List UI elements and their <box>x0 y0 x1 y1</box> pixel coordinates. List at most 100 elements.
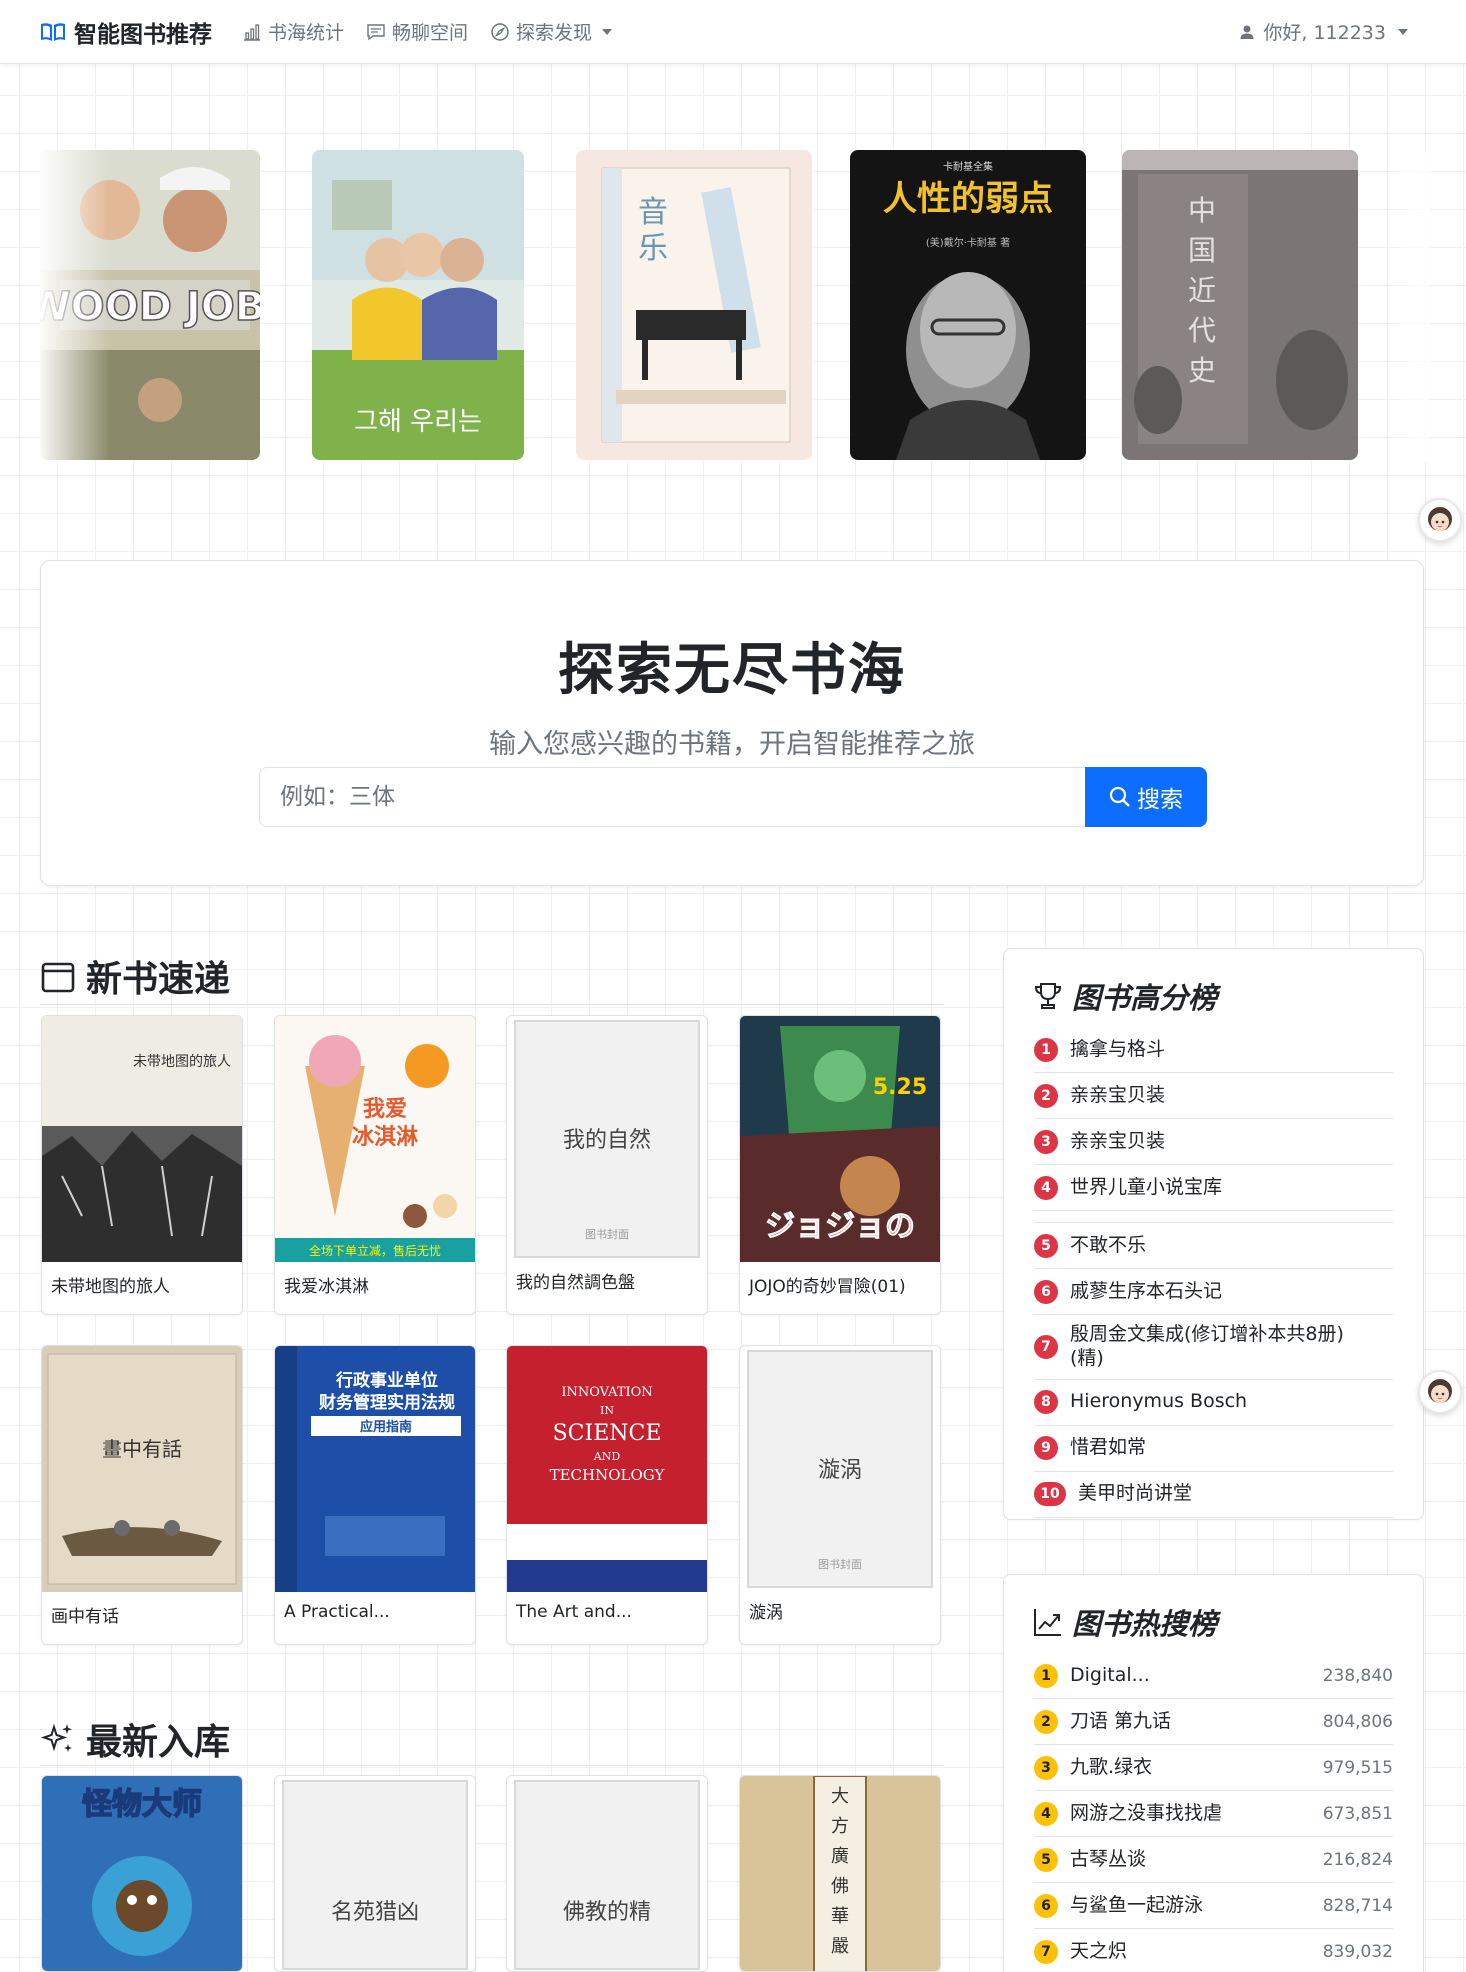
hot-item[interactable]: 1 Digital... 238,840 <box>1034 1653 1393 1699</box>
placeholder-title: 我的自然 <box>562 1128 651 1153</box>
top-navbar: 智能图书推荐 书海统计 畅聊空间 探索发现 你好, 112233 <box>0 0 1466 64</box>
hot-item[interactable]: 3 九歌.绿衣 979,515 <box>1034 1745 1393 1791</box>
bar-chart-icon <box>244 23 260 41</box>
book-card[interactable]: 名苑猎凶 <box>274 1775 476 1972</box>
rank-badge: 4 <box>1034 1175 1058 1200</box>
cover-image: 行政事业单位 财务管理实用法规 应用指南 <box>275 1346 475 1592</box>
nav-chat-label: 畅聊空间 <box>392 22 469 44</box>
nav-stats[interactable]: 书海统计 <box>242 18 344 45</box>
book-card[interactable]: 5.25 ジョジョの JOJO的奇妙冒險(01) <box>739 1015 941 1315</box>
book-card[interactable]: INNOVATION IN SCIENCE AND TECHNOLOGY The… <box>506 1345 708 1645</box>
rank-item[interactable]: 5 不敢不乐 <box>1034 1223 1393 1269</box>
book-card[interactable]: 怪物大师 <box>41 1775 243 1972</box>
carousel-slide-china-history[interactable]: 中 国 近 代 史 <box>1122 150 1358 460</box>
assistant-avatar-button[interactable] <box>1418 498 1462 542</box>
brand-link[interactable]: 智能图书推荐 <box>40 15 212 49</box>
svg-text:ジョジョの: ジョジョの <box>765 1209 915 1244</box>
nav-explore-label: 探索发现 <box>516 22 593 44</box>
book-title: 我爱冰淇淋 <box>284 1277 369 1297</box>
cover-title: 未带地图的旅人 <box>133 1054 231 1070</box>
book-cover-placeholder: 我的自然 图书封面 <box>514 1020 700 1258</box>
trophy-icon <box>1034 983 1062 1009</box>
carousel-slide-korean-drama[interactable]: 그해 우리는 <box>312 150 524 460</box>
search-button-label: 搜索 <box>1137 787 1183 813</box>
search-group: 搜索 <box>259 767 1207 827</box>
book-card[interactable]: 我的自然 图书封面 我的自然調色盤 <box>506 1015 708 1315</box>
hero-subtitle: 输入您感兴趣的书籍，开启智能推荐之旅 <box>489 729 975 760</box>
rank-badge: 9 <box>1034 1436 1058 1460</box>
cover-image: 大 方 廣 佛 華 嚴 <box>740 1776 940 1971</box>
hot-item[interactable]: 4 网游之没事找找虐 673,851 <box>1034 1791 1393 1837</box>
hot-book-name: 九歌.绿衣 <box>1070 1755 1153 1778</box>
search-count: 804,806 <box>1322 1711 1393 1732</box>
korean-drama-cover-image: 그해 우리는 <box>312 150 524 460</box>
rank-item[interactable]: 6 戚蓼生序本石头记 <box>1034 1269 1393 1315</box>
rank-badge: 3 <box>1034 1755 1058 1780</box>
rank-badge: 1 <box>1034 1037 1058 1062</box>
rank-item[interactable]: 2 亲亲宝贝装 <box>1034 1073 1393 1119</box>
carnegie-cover-image: 卡耐基全集 人性的弱点 (美)戴尔·卡耐基 著 <box>850 150 1086 460</box>
book-card[interactable]: 漩涡 图书封面 漩涡 <box>739 1345 941 1645</box>
search-count: 673,851 <box>1322 1803 1393 1824</box>
hot-book-name: Digital... <box>1070 1663 1150 1686</box>
rank-item[interactable]: 4 世界儿童小说宝库 <box>1034 1165 1393 1211</box>
cover-title: 大 <box>831 1786 849 1807</box>
cover-title: 5.25 <box>873 1075 927 1100</box>
svg-text:嚴: 嚴 <box>831 1936 849 1957</box>
new-books-title: 新书速递 <box>86 959 231 1000</box>
brand-name: 智能图书推荐 <box>74 21 212 48</box>
book-card[interactable]: 佛教的精 <box>506 1775 708 1972</box>
book-card[interactable]: 未带地图的旅人 未带地图的旅人 <box>41 1015 243 1315</box>
search-button[interactable]: 搜索 <box>1085 767 1207 827</box>
hot-item[interactable]: 5 古琴丛谈 216,824 <box>1034 1837 1393 1883</box>
assistant-avatar-icon <box>1428 507 1452 531</box>
chevron-down-icon <box>1398 28 1408 35</box>
rank-item[interactable]: 3 亲亲宝贝装 <box>1034 1119 1393 1165</box>
svg-text:乐: 乐 <box>638 231 668 266</box>
svg-text:TECHNOLOGY: TECHNOLOGY <box>550 1466 666 1484</box>
book-title: 未带地图的旅人 <box>51 1277 170 1297</box>
korean-drama-title: 그해 우리는 <box>354 407 482 437</box>
hot-book-name: 天之炽 <box>1070 1939 1128 1962</box>
book-cover: 未带地图的旅人 <box>42 1016 242 1262</box>
book-card[interactable]: 行政事业单位 财务管理实用法规 应用指南 A Practical... <box>274 1345 476 1645</box>
book-card[interactable]: 畫中有話 画中有话 <box>41 1345 243 1645</box>
rank-item[interactable]: 7 殷周金文集成(修订增补本共8册)(精) <box>1034 1315 1393 1380</box>
rank-badge: 2 <box>1034 1083 1058 1108</box>
book-title: JOJO的奇妙冒險(01) <box>749 1277 906 1297</box>
rank-badge: 8 <box>1034 1390 1058 1414</box>
top-rated-title: 图书高分榜 <box>1072 981 1218 1015</box>
book-cover: 大 方 廣 佛 華 嚴 <box>740 1776 940 1971</box>
china-modern-history-cover-image: 中 国 近 代 史 <box>1122 150 1358 460</box>
rank-item[interactable]: 8 Hieronymus Bosch <box>1034 1380 1393 1426</box>
svg-text:佛: 佛 <box>831 1876 849 1897</box>
search-input[interactable] <box>259 767 1085 827</box>
carousel-slide-carnegie[interactable]: 卡耐基全集 人性的弱点 (美)戴尔·卡耐基 著 <box>850 150 1086 460</box>
hot-item[interactable]: 7 天之炽 839,032 <box>1034 1929 1393 1972</box>
rank-badge: 6 <box>1034 1279 1058 1304</box>
svg-text:SCIENCE: SCIENCE <box>553 1421 662 1446</box>
rank-badge: 6 <box>1034 1893 1058 1918</box>
assistant-avatar-button-2[interactable] <box>1418 1370 1462 1414</box>
book-cover: 我爱 冰淇淋 全场下单立减，售后无忧 <box>275 1016 475 1262</box>
nav-chat[interactable]: 畅聊空间 <box>366 18 468 45</box>
hot-search-list: 1 Digital... 238,840 2 刀语 第九话 804,806 3 九歌.绿衣… <box>1034 1653 1393 1972</box>
rank-badge: 2 <box>1034 1709 1058 1734</box>
cover-image: 5.25 ジョジョの <box>740 1016 940 1262</box>
carousel-slide-music[interactable]: 音 乐 <box>576 150 812 460</box>
hot-book-name: 刀语 第九话 <box>1070 1709 1172 1732</box>
hot-item[interactable]: 2 刀语 第九话 804,806 <box>1034 1699 1393 1745</box>
nav-stats-label: 书海统计 <box>268 22 345 44</box>
rank-item[interactable]: 9 惜君如常 <box>1034 1426 1393 1472</box>
music-murakami-cover-image: 音 乐 <box>576 150 812 460</box>
cover-title: 行政事业单位 <box>335 1370 438 1391</box>
book-card[interactable]: 大 方 廣 佛 華 嚴 <box>739 1775 941 1972</box>
new-books-heading: 新书速递 <box>40 950 230 1002</box>
nav-explore-dropdown[interactable]: 探索发现 <box>490 18 613 45</box>
user-dropdown[interactable]: 你好, 112233 <box>1239 18 1408 45</box>
rank-item[interactable]: 1 擒拿与格斗 <box>1034 1027 1393 1073</box>
svg-text:卡耐基全集: 卡耐基全集 <box>943 160 993 173</box>
book-card[interactable]: 我爱 冰淇淋 全场下单立减，售后无忧 我爱冰淇淋 <box>274 1015 476 1315</box>
rank-item[interactable]: 10 美甲时尚讲堂 <box>1034 1472 1393 1518</box>
hot-item[interactable]: 6 与鲨鱼一起游泳 828,714 <box>1034 1883 1393 1929</box>
